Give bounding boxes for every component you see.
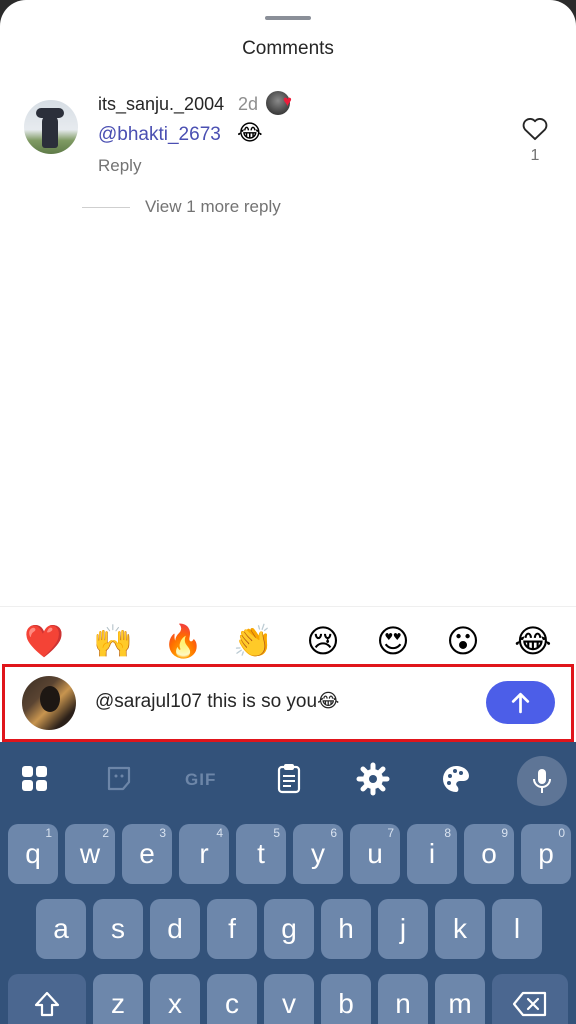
my-avatar [22, 676, 76, 730]
key-d[interactable]: d [150, 899, 200, 959]
key-u[interactable]: u7 [350, 824, 400, 884]
key-x[interactable]: x [150, 974, 200, 1024]
key-j[interactable]: j [378, 899, 428, 959]
reply-button[interactable]: Reply [98, 156, 141, 176]
key-z[interactable]: z [93, 974, 143, 1024]
comment-composer: @sarajul107 this is so you😂 [2, 664, 574, 742]
author-liked-heart-icon: ♥ [283, 93, 292, 110]
clipboard-icon[interactable] [266, 756, 312, 802]
reaction-bar: ❤️ 🙌 🔥 👏 😢 😍 😮 😂 [0, 606, 576, 664]
key-h[interactable]: h [321, 899, 371, 959]
key-t[interactable]: t5 [236, 824, 286, 884]
reaction-clap[interactable]: 👏 [233, 621, 273, 661]
gif-button[interactable]: GIF [185, 770, 216, 790]
key-o[interactable]: o9 [464, 824, 514, 884]
key-q[interactable]: q1 [8, 824, 58, 884]
comments-sheet: Comments its_sanju._2004 2d ♥ @bhakti_26… [0, 0, 576, 742]
commenter-avatar[interactable] [24, 100, 78, 154]
drag-handle[interactable] [265, 16, 311, 20]
shift-arrow-icon [34, 991, 60, 1017]
view-more-replies-button[interactable]: View 1 more reply [145, 197, 281, 217]
reaction-laughing[interactable]: 😂 [513, 621, 553, 661]
on-screen-keyboard: GIF q1 w2 e3 r4 t5 y 6 u 7 i 8 o 9 p 0 a… [0, 742, 576, 1024]
backspace-icon [512, 991, 547, 1017]
send-button[interactable] [486, 681, 555, 724]
key-n[interactable]: n [378, 974, 428, 1024]
key-p[interactable]: p0 [521, 824, 571, 884]
key-r[interactable]: r4 [179, 824, 229, 884]
key-y[interactable]: y6 [293, 824, 343, 884]
key-m[interactable]: m [435, 974, 485, 1024]
like-count: 1 [530, 147, 540, 164]
key-i[interactable]: i8 [407, 824, 457, 884]
shift-key[interactable] [8, 974, 86, 1024]
comment-time: 2d [238, 94, 259, 114]
reaction-heart-eyes[interactable]: 😍 [373, 621, 413, 661]
comment-emoji: 😂 [237, 120, 263, 145]
theme-palette-icon[interactable] [433, 756, 479, 802]
key-v[interactable]: v [264, 974, 314, 1024]
backspace-key[interactable] [492, 974, 568, 1024]
reaction-fire[interactable]: 🔥 [163, 621, 203, 661]
key-b[interactable]: b [321, 974, 371, 1024]
comment-input[interactable]: @sarajul107 this is so you😂 [95, 690, 339, 713]
key-a[interactable]: a [36, 899, 86, 959]
microphone-icon[interactable] [517, 756, 567, 806]
comment-username[interactable]: its_sanju._2004 [98, 94, 224, 115]
reply-divider [82, 207, 130, 208]
sticker-icon[interactable] [97, 756, 143, 802]
sheet-title: Comments [242, 38, 334, 59]
reaction-raised-hands[interactable]: 🙌 [93, 621, 133, 661]
key-g[interactable]: g [264, 899, 314, 959]
apps-grid-icon[interactable] [12, 756, 58, 802]
key-l[interactable]: l [492, 899, 542, 959]
reaction-crying[interactable]: 😢 [303, 621, 343, 661]
comment-mention-link[interactable]: @bhakti_2673 [98, 124, 221, 146]
arrow-up-icon [511, 692, 530, 714]
key-s[interactable]: s [93, 899, 143, 959]
heart-icon[interactable] [521, 115, 549, 141]
reaction-heart[interactable]: ❤️ [24, 621, 64, 661]
key-w[interactable]: w2 [65, 824, 115, 884]
key-k[interactable]: k [435, 899, 485, 959]
key-f[interactable]: f [207, 899, 257, 959]
key-c[interactable]: c [207, 974, 257, 1024]
settings-gear-icon[interactable] [350, 756, 396, 802]
reaction-surprised[interactable]: 😮 [443, 621, 483, 661]
key-e[interactable]: e3 [122, 824, 172, 884]
